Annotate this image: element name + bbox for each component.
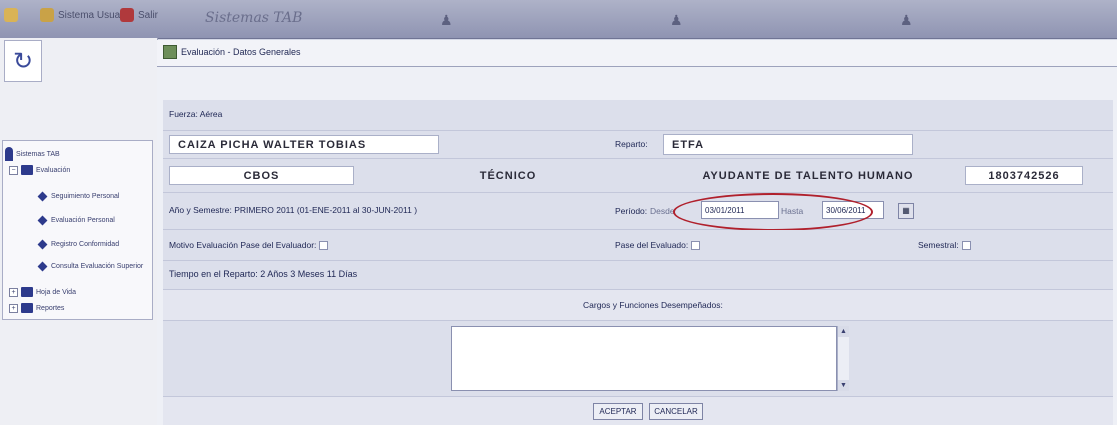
tree-item-seguimiento[interactable]: Seguimiento Personal <box>37 191 120 202</box>
tree-item-reportes[interactable]: + Reportes <box>9 303 64 313</box>
reparto-field: ETFA <box>663 134 913 155</box>
scroll-down-icon[interactable]: ▼ <box>838 380 849 391</box>
textarea-scrollbar[interactable]: ▲ ▼ <box>837 326 849 391</box>
calendar-button[interactable]: ▦ <box>898 203 914 219</box>
expand-icon[interactable]: + <box>9 287 18 297</box>
diamond-icon <box>37 261 48 272</box>
desde-label: Desde <box>650 206 675 216</box>
row-cargos-text: ▲ ▼ <box>163 321 1113 397</box>
refresh-icon: ↻ <box>12 47 34 75</box>
motivo-checkbox[interactable] <box>319 241 329 251</box>
row-fuerza: Fuerza: Aérea <box>163 100 1113 131</box>
tree-item-hoja-vida[interactable]: + Hoja de Vida <box>9 287 76 297</box>
top-item-user[interactable]: Sistema Usuario <box>40 8 131 22</box>
pase-label: Pase del Evaluado: <box>615 240 701 251</box>
tiempo-text: Tiempo en el Reparto: 2 Años 3 Meses 11 … <box>169 269 358 279</box>
tree-item-evaluacion[interactable]: − Evaluación <box>9 165 70 175</box>
tab-evaluacion-datos[interactable]: Evaluación - Datos Generales <box>163 45 301 59</box>
tree-item-evaluacion-personal[interactable]: Evaluación Personal <box>37 215 115 226</box>
diamond-icon <box>37 215 48 226</box>
semestral-label: Semestral: <box>918 240 971 251</box>
diamond-icon <box>37 239 48 250</box>
decor-icon: ♟ <box>440 12 453 28</box>
cargos-textarea[interactable] <box>451 326 837 391</box>
reparto-label: Reparto: <box>615 139 648 149</box>
folder-icon <box>21 287 33 297</box>
pase-checkbox[interactable] <box>691 241 701 251</box>
refresh-button[interactable]: ↻ <box>4 40 42 82</box>
semestre-text: Año y Semestre: PRIMERO 2011 (01-ENE-201… <box>169 205 418 215</box>
expand-icon[interactable]: + <box>9 303 18 313</box>
user-icon <box>5 147 13 161</box>
exit-icon <box>120 8 134 22</box>
decor-icon: ♟ <box>670 12 683 28</box>
folder-icon <box>21 303 33 313</box>
tab-bar: Evaluación - Datos Generales <box>157 40 1117 67</box>
row-periodo: Año y Semestre: PRIMERO 2011 (01-ENE-201… <box>163 193 1113 231</box>
periodo-label: Período: <box>615 206 648 216</box>
cedula-field: 1803742526 <box>965 166 1083 185</box>
cargos-label: Cargos y Funciones Desempeñados: <box>583 300 723 310</box>
row-motivo: Motivo Evaluación Pase del Evaluador: Pa… <box>163 230 1113 261</box>
name-field: CAIZA PICHA WALTER TOBIAS <box>169 135 439 154</box>
navigation-tree: Sistemas TAB − Evaluación Seguimiento Pe… <box>2 140 153 320</box>
row-grado: CBOS TÉCNICO AYUDANTE DE TALENTO HUMANO … <box>163 159 1113 193</box>
tree-item-registro[interactable]: Registro Conformidad <box>37 239 119 250</box>
window-icon <box>163 45 177 59</box>
diamond-icon <box>37 191 48 202</box>
top-bar: Sistema Usuario Salir Sistemas TAB ♟ ♟ ♟ <box>0 0 1117 39</box>
row-cargos-label: Cargos y Funciones Desempeñados: <box>163 290 1113 321</box>
home-icon <box>4 8 18 22</box>
accept-button[interactable]: ACEPTAR <box>593 403 643 420</box>
top-item-home[interactable] <box>4 8 22 22</box>
user-icon <box>40 8 54 22</box>
scroll-up-icon[interactable]: ▲ <box>838 326 849 337</box>
especialidad-field: TÉCNICO <box>479 169 537 182</box>
fuerza-label: Fuerza: Aérea <box>169 109 223 119</box>
row-buttons: ACEPTAR CANCELAR <box>163 397 1113 425</box>
cargo-field: AYUDANTE DE TALENTO HUMANO <box>702 169 914 182</box>
tree-item-root[interactable]: Sistemas TAB <box>5 147 60 161</box>
decor-icon: ♟ <box>900 12 913 28</box>
grado-field: CBOS <box>169 166 354 185</box>
tree-item-consulta[interactable]: Consulta Evaluación Superior <box>37 261 143 272</box>
calendar-icon: ▦ <box>902 206 910 215</box>
cancel-button[interactable]: CANCELAR <box>649 403 703 420</box>
semestral-checkbox[interactable] <box>961 241 971 251</box>
highlight-ellipse <box>673 193 873 231</box>
row-name: CAIZA PICHA WALTER TOBIAS Reparto: ETFA <box>163 131 1113 159</box>
top-item-exit[interactable]: Salir <box>120 8 158 22</box>
collapse-icon[interactable]: − <box>9 165 18 175</box>
row-tiempo: Tiempo en el Reparto: 2 Años 3 Meses 11 … <box>163 261 1113 290</box>
folder-icon <box>21 165 33 175</box>
motivo-label: Motivo Evaluación Pase del Evaluador: <box>169 240 329 251</box>
app-logo: Sistemas TAB <box>205 10 303 26</box>
